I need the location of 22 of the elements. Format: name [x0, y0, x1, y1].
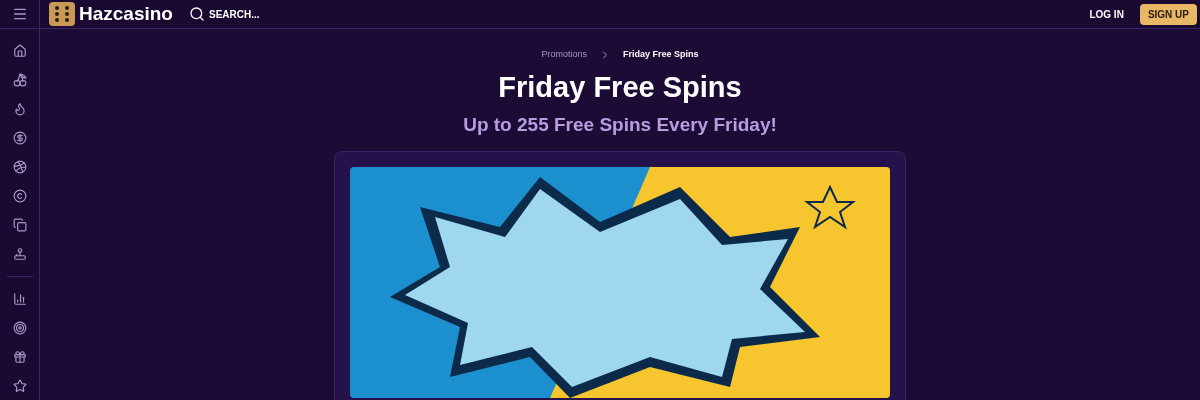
page-subtitle: Up to 255 Free Spins Every Friday!: [463, 113, 777, 137]
cards-icon[interactable]: [12, 218, 27, 232]
joystick-icon[interactable]: [12, 247, 27, 261]
login-button[interactable]: LOG IN: [1089, 6, 1124, 22]
breadcrumb-current: Friday Free Spins: [623, 48, 699, 61]
breadcrumb-link[interactable]: Promotions: [541, 48, 587, 62]
leaderboard-icon[interactable]: [12, 292, 27, 306]
signup-button[interactable]: SIGN UP: [1139, 3, 1197, 25]
fire-icon[interactable]: [12, 102, 27, 116]
logo-text[interactable]: Hazcasino: [79, 0, 173, 29]
basketball-icon[interactable]: [12, 160, 27, 174]
dice-logo-icon: [49, 2, 75, 26]
search-field[interactable]: SEARCH...: [209, 6, 409, 22]
home-icon[interactable]: [12, 44, 27, 58]
coin-icon[interactable]: [12, 131, 27, 145]
gift-icon[interactable]: [12, 350, 27, 364]
page-title: Friday Free Spins: [498, 69, 742, 105]
circle-c-icon[interactable]: [12, 189, 27, 203]
menu-icon[interactable]: [11, 6, 28, 22]
target-icon[interactable]: [12, 321, 27, 335]
search-icon: [189, 6, 205, 22]
star-icon[interactable]: [12, 379, 27, 393]
